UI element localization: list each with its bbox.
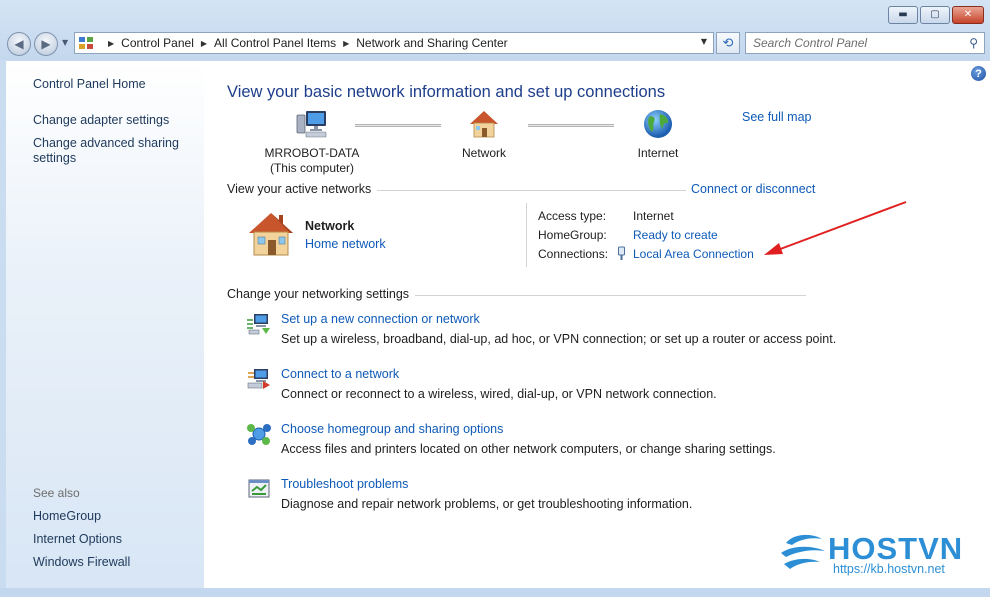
back-button[interactable]: ◀ bbox=[7, 32, 31, 56]
change-advanced-sharing-link[interactable]: Change advanced sharing settings bbox=[33, 136, 183, 166]
search-box: ⚲ bbox=[745, 32, 985, 54]
troubleshoot-icon bbox=[248, 479, 270, 498]
task-description: Access files and printers located on oth… bbox=[281, 442, 776, 456]
crumb-network-sharing[interactable]: Network and Sharing Center bbox=[356, 36, 507, 50]
annotation-arrow bbox=[764, 201, 907, 255]
computer-subtitle: (This computer) bbox=[269, 161, 355, 175]
connect-disconnect-link[interactable]: Connect or disconnect bbox=[687, 182, 816, 196]
control-panel-home-link[interactable]: Control Panel Home bbox=[33, 77, 146, 92]
networking-settings-heading: Change your networking settings bbox=[227, 287, 416, 301]
title-bar: ▬ ▢ ✕ ◀ ▶ ▼ ▶ Control Panel ▶ All Contro… bbox=[0, 0, 990, 60]
ethernet-plug-icon bbox=[618, 246, 625, 260]
help-icon: ? bbox=[975, 67, 982, 80]
crumb-separator-icon: ▶ bbox=[108, 38, 115, 48]
task-description: Diagnose and repair network problems, or… bbox=[281, 497, 693, 511]
map-link-line bbox=[528, 124, 614, 127]
minimize-button[interactable]: ▬ bbox=[888, 6, 918, 24]
forward-button[interactable]: ▶ bbox=[34, 32, 58, 56]
network-house-icon bbox=[470, 111, 498, 138]
see-also-homegroup-link[interactable]: HomeGroup bbox=[33, 509, 101, 524]
control-panel-icon bbox=[79, 36, 95, 50]
see-also-label: See also bbox=[33, 486, 80, 500]
search-icon[interactable]: ⚲ bbox=[969, 36, 978, 50]
maximize-button[interactable]: ▢ bbox=[920, 6, 950, 24]
address-dropdown-icon[interactable]: ▼ bbox=[701, 37, 707, 46]
hostvn-logo-icon bbox=[781, 534, 825, 569]
search-input[interactable] bbox=[746, 33, 956, 53]
home-network-link[interactable]: Home network bbox=[305, 237, 386, 251]
connections-label: Connections: bbox=[538, 247, 609, 261]
task-description: Connect or reconnect to a wireless, wire… bbox=[281, 387, 717, 401]
see-full-map-link[interactable]: See full map bbox=[742, 110, 811, 124]
task-title[interactable]: Connect to a network bbox=[281, 367, 399, 381]
window-controls: ▬ ▢ ✕ bbox=[888, 6, 984, 24]
see-also-windows-firewall-link[interactable]: Windows Firewall bbox=[33, 555, 130, 570]
internet-label: Internet bbox=[637, 146, 679, 160]
connect-network-icon bbox=[247, 369, 270, 389]
active-network-name: Network bbox=[305, 219, 355, 233]
homegroup-ready-link[interactable]: Ready to create bbox=[633, 228, 718, 242]
crumb-all-items[interactable]: All Control Panel Items bbox=[214, 36, 336, 50]
watermark-url: https://kb.hostvn.net bbox=[833, 562, 945, 576]
map-network[interactable]: Network bbox=[443, 109, 525, 161]
page-title: View your basic network information and … bbox=[227, 83, 666, 101]
recent-pages-dropdown[interactable]: ▼ bbox=[62, 38, 68, 47]
task-title[interactable]: Set up a new connection or network bbox=[281, 312, 480, 326]
access-type-label: Access type: bbox=[538, 209, 607, 223]
section-divider bbox=[404, 295, 806, 296]
forward-arrow-icon: ▶ bbox=[41, 37, 51, 51]
globe-icon bbox=[644, 110, 672, 138]
crumb-control-panel[interactable]: Control Panel bbox=[121, 36, 194, 50]
back-arrow-icon: ◀ bbox=[14, 37, 24, 51]
address-bar[interactable]: ▶ Control Panel ▶ All Control Panel Item… bbox=[74, 32, 714, 54]
map-this-computer[interactable]: MRROBOT-DATA (This computer) bbox=[252, 109, 372, 176]
close-button[interactable]: ✕ bbox=[952, 6, 984, 24]
network-label: Network bbox=[461, 146, 506, 160]
access-type-value: Internet bbox=[633, 209, 674, 223]
crumb-separator-icon: ▶ bbox=[343, 38, 350, 48]
task-description: Set up a wireless, broadband, dial-up, a… bbox=[281, 332, 837, 346]
section-divider bbox=[370, 190, 686, 191]
active-networks-heading: View your active networks bbox=[227, 182, 378, 196]
crumb-separator-icon: ▶ bbox=[200, 38, 208, 48]
change-adapter-settings-link[interactable]: Change adapter settings bbox=[33, 113, 169, 128]
refresh-button[interactable]: ⟲ bbox=[716, 32, 740, 54]
task-title[interactable]: Troubleshoot problems bbox=[281, 477, 408, 491]
see-also-internet-options-link[interactable]: Internet Options bbox=[33, 532, 122, 547]
task-title[interactable]: Choose homegroup and sharing options bbox=[281, 422, 503, 436]
computer-name: MRROBOT-DATA bbox=[264, 146, 360, 160]
help-button[interactable]: ? bbox=[971, 66, 986, 81]
map-link-line bbox=[355, 124, 441, 127]
homegroup-label: HomeGroup: bbox=[538, 228, 607, 242]
computer-icon bbox=[296, 111, 327, 138]
local-area-connection-link[interactable]: Local Area Connection bbox=[633, 247, 754, 261]
network-details-divider bbox=[526, 203, 527, 267]
window-bottom-border bbox=[0, 588, 990, 597]
homegroup-icon bbox=[247, 424, 271, 445]
main-content: ? View your basic network information an… bbox=[204, 61, 990, 588]
home-network-icon bbox=[249, 213, 293, 256]
new-connection-icon bbox=[247, 314, 270, 335]
task-pane: Control Panel Home Change adapter settin… bbox=[6, 61, 204, 588]
map-internet[interactable]: Internet bbox=[617, 109, 699, 161]
refresh-icon: ⟲ bbox=[722, 35, 734, 51]
